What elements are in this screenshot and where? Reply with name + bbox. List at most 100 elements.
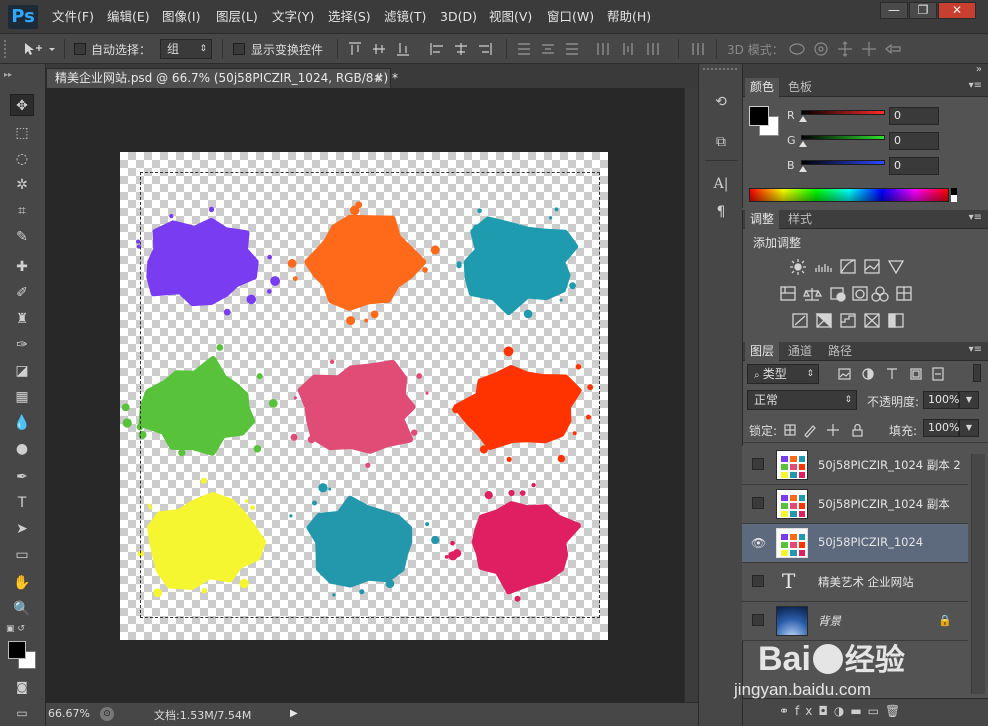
- tab-adjustments[interactable]: 调整: [745, 210, 780, 229]
- crop-tool-icon[interactable]: ⌗: [10, 200, 34, 222]
- gradient-tool-icon[interactable]: ▦: [10, 386, 34, 408]
- layer-row[interactable]: 50j58PICZIR_1024 副本: [742, 485, 968, 524]
- hand-tool-icon[interactable]: ✋: [10, 572, 34, 594]
- visibility-toggle[interactable]: [752, 497, 764, 509]
- document-tab[interactable]: 精美企业网站.psd @ 66.7% (50j58PICZIR_1024, RG…: [46, 68, 398, 88]
- history-panel-icon[interactable]: ⟲: [711, 92, 731, 112]
- green-value-input[interactable]: 0: [889, 132, 939, 150]
- auto-select-checkbox[interactable]: [74, 43, 86, 55]
- magic-wand-tool-icon[interactable]: ✲: [10, 174, 34, 196]
- close-button[interactable]: ✕: [938, 2, 976, 19]
- lasso-tool-icon[interactable]: ◌: [10, 148, 34, 170]
- move-tool-preset-icon[interactable]: [22, 41, 56, 57]
- layer-footer-icons[interactable]: ⚭fx◘◑▬▭🗑: [779, 704, 906, 718]
- foreground-color-swatch[interactable]: [749, 106, 769, 126]
- adjustment-row-1[interactable]: [789, 258, 909, 276]
- auto-align-icon[interactable]: [690, 41, 706, 57]
- move-tool-icon[interactable]: ✥: [10, 94, 34, 116]
- filter-toggle[interactable]: [973, 364, 981, 382]
- foreground-color-swatch[interactable]: [8, 641, 26, 659]
- red-slider-knob[interactable]: [799, 116, 807, 122]
- tab-channels[interactable]: 通道: [783, 342, 817, 361]
- visibility-toggle[interactable]: [752, 614, 764, 626]
- menu-view[interactable]: 视图(V): [489, 8, 532, 26]
- auto-select-dropdown[interactable]: 组 ⇕: [160, 39, 212, 59]
- layers-scrollbar[interactable]: [971, 454, 985, 694]
- quick-mask-icon[interactable]: ◙: [10, 676, 34, 698]
- menu-select[interactable]: 选择(S): [328, 8, 371, 26]
- red-value-input[interactable]: 0: [889, 107, 939, 125]
- type-tool-icon[interactable]: T: [10, 492, 34, 514]
- dodge-tool-icon[interactable]: ●: [10, 438, 34, 460]
- status-menu-arrow-icon[interactable]: ▶: [290, 708, 298, 719]
- lock-icons[interactable]: [783, 422, 867, 438]
- visibility-toggle[interactable]: [752, 575, 764, 587]
- tab-styles[interactable]: 样式: [783, 210, 817, 229]
- layer-filter-icons[interactable]: [837, 366, 957, 382]
- eyedropper-tool-icon[interactable]: ✎: [10, 226, 34, 248]
- red-slider[interactable]: [801, 110, 885, 115]
- document-tab-close[interactable]: ×: [374, 69, 384, 88]
- eye-icon[interactable]: 👁: [751, 536, 766, 550]
- menu-help[interactable]: 帮助(H): [607, 8, 651, 26]
- screen-mode-icon[interactable]: ▭: [10, 702, 34, 724]
- adjustment-row-3[interactable]: [791, 312, 911, 330]
- default-colors-icon[interactable]: ▣ ↺: [6, 624, 25, 634]
- layer-row[interactable]: 背景 🔒: [742, 602, 968, 641]
- vertical-scrollbar[interactable]: [684, 88, 698, 702]
- menu-file[interactable]: 文件(F): [52, 8, 94, 26]
- character-panel-icon[interactable]: A|: [711, 174, 731, 194]
- maximize-button[interactable]: ❐: [909, 2, 937, 19]
- tab-layers[interactable]: 图层: [745, 342, 780, 361]
- clone-stamp-tool-icon[interactable]: ♜: [10, 308, 34, 330]
- status-info-icon[interactable]: ⊙: [100, 707, 114, 721]
- layer-row[interactable]: 50j58PICZIR_1024 副本 2: [742, 446, 968, 485]
- pen-tool-icon[interactable]: ✒: [10, 466, 34, 488]
- healing-brush-tool-icon[interactable]: ✚: [10, 256, 34, 278]
- minimize-button[interactable]: —: [880, 2, 908, 19]
- blue-value-input[interactable]: 0: [889, 157, 939, 175]
- white-swatch[interactable]: [951, 195, 957, 202]
- menu-3d[interactable]: 3D(D): [440, 8, 477, 26]
- grip-handle[interactable]: [703, 68, 737, 72]
- fill-dropdown-icon[interactable]: ▼: [959, 419, 979, 437]
- panel-menu-icon[interactable]: ▾≡: [969, 80, 982, 91]
- tab-color[interactable]: 颜色: [745, 78, 780, 97]
- paragraph-panel-icon[interactable]: ¶: [711, 202, 731, 222]
- distribute-buttons-icon[interactable]: [516, 41, 666, 57]
- grip-handle[interactable]: [4, 40, 8, 58]
- blur-tool-icon[interactable]: 💧: [10, 412, 34, 434]
- menu-image[interactable]: 图像(I): [162, 8, 200, 26]
- panel-menu-icon[interactable]: ▾≡: [969, 212, 982, 223]
- tab-paths[interactable]: 路径: [823, 342, 857, 361]
- collapse-icon[interactable]: »: [976, 64, 982, 75]
- eraser-tool-icon[interactable]: ◪: [10, 360, 34, 382]
- collapse-arrows-icon[interactable]: ▸▸: [4, 70, 12, 79]
- opacity-input[interactable]: 100%: [923, 391, 959, 409]
- tab-swatches[interactable]: 色板: [783, 78, 817, 97]
- menu-layer[interactable]: 图层(L): [216, 8, 258, 26]
- adjustment-row-2[interactable]: [779, 285, 919, 303]
- layer-filter-dropdown[interactable]: ⌕ 类型 ⇕: [747, 364, 819, 384]
- 3d-mode-icons[interactable]: [788, 40, 908, 58]
- show-transform-checkbox[interactable]: [233, 43, 245, 55]
- brush-tool-icon[interactable]: ✐: [10, 282, 34, 304]
- green-slider[interactable]: [801, 135, 885, 140]
- opacity-dropdown-icon[interactable]: ▼: [959, 391, 979, 409]
- layer-row-selected[interactable]: 👁 50j58PICZIR_1024: [742, 524, 968, 563]
- path-selection-tool-icon[interactable]: ➤: [10, 518, 34, 540]
- blue-slider-knob[interactable]: [799, 166, 807, 172]
- fill-input[interactable]: 100%: [923, 419, 959, 437]
- zoom-level[interactable]: 66.67%: [48, 707, 90, 720]
- menu-filter[interactable]: 滤镜(T): [384, 8, 426, 26]
- visibility-toggle[interactable]: [752, 458, 764, 470]
- rectangle-tool-icon[interactable]: ▭: [10, 544, 34, 566]
- menu-type[interactable]: 文字(Y): [272, 8, 314, 26]
- 3d-panel-icon[interactable]: ⧉: [711, 132, 731, 152]
- green-slider-knob[interactable]: [799, 141, 807, 147]
- black-swatch[interactable]: [951, 188, 957, 195]
- blend-mode-dropdown[interactable]: 正常 ⇕: [747, 390, 857, 410]
- zoom-tool-icon[interactable]: 🔍: [10, 598, 34, 620]
- history-brush-tool-icon[interactable]: ✑: [10, 334, 34, 356]
- align-buttons-icon[interactable]: [347, 41, 497, 57]
